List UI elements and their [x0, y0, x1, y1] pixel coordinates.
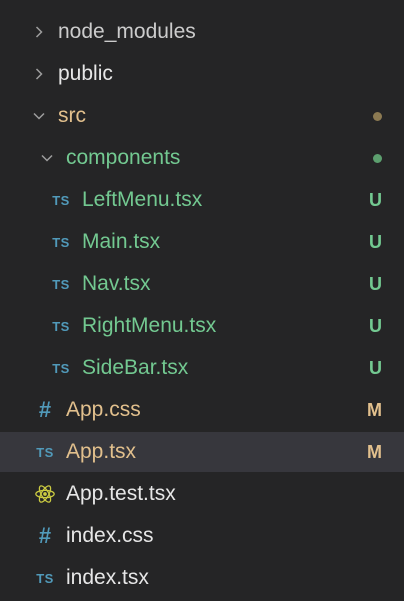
git-status-badge: M: [367, 399, 382, 420]
tree-item-rightmenu-tsx[interactable]: TS RightMenu.tsx U: [0, 306, 404, 346]
tree-item-label: node_modules: [58, 20, 196, 43]
typescript-icon: TS: [52, 192, 70, 208]
tree-item-label: index.css: [66, 524, 154, 547]
git-status-badge: U: [369, 357, 382, 378]
tree-item-leftmenu-tsx[interactable]: TS LeftMenu.tsx U: [0, 180, 404, 220]
chevron-down-icon: [36, 147, 58, 169]
tree-item-label: public: [58, 62, 113, 85]
tree-item-label: App.tsx: [66, 440, 137, 463]
tree-item-label: components: [66, 146, 181, 169]
tree-item-label: Main.tsx: [82, 230, 161, 253]
tree-item-label: App.test.tsx: [66, 482, 176, 505]
tree-item-label: src: [58, 104, 86, 127]
typescript-icon: TS: [36, 444, 54, 460]
git-status-badge: U: [369, 273, 382, 294]
css-hash-icon: #: [38, 523, 52, 548]
tree-item-app-css[interactable]: # App.css M: [0, 390, 404, 430]
typescript-icon: TS: [52, 360, 70, 376]
typescript-icon: TS: [52, 276, 70, 292]
chevron-down-icon: [28, 105, 50, 127]
typescript-icon: TS: [52, 234, 70, 250]
tree-item-app-tsx[interactable]: TS App.tsx M: [0, 432, 404, 472]
chevron-right-icon: [28, 21, 50, 43]
tree-item-label: LeftMenu.tsx: [82, 188, 203, 211]
git-status-dot: [373, 138, 382, 178]
tree-item-public[interactable]: public: [0, 54, 404, 94]
tree-item-label: App.css: [66, 398, 141, 421]
file-explorer: node_modules public src components TS Le…: [0, 0, 404, 601]
git-status-dot: [373, 96, 382, 136]
typescript-icon: TS: [36, 570, 54, 586]
git-status-badge: M: [367, 441, 382, 462]
tree-item-app-test-tsx[interactable]: App.test.tsx: [0, 474, 404, 514]
git-status-badge: U: [369, 231, 382, 252]
css-hash-icon: #: [38, 397, 52, 422]
tree-item-label: SideBar.tsx: [82, 356, 189, 379]
tree-item-main-tsx[interactable]: TS Main.tsx U: [0, 222, 404, 262]
tree-item-index-css[interactable]: # index.css: [0, 516, 404, 556]
tree-item-label: RightMenu.tsx: [82, 314, 217, 337]
tree-item-sidebar-tsx[interactable]: TS SideBar.tsx U: [0, 348, 404, 388]
chevron-right-icon: [28, 63, 50, 85]
tree-item-label: index.tsx: [66, 566, 149, 589]
tree-item-label: Nav.tsx: [82, 272, 151, 295]
react-icon: [34, 483, 56, 505]
git-status-badge: U: [369, 189, 382, 210]
typescript-icon: TS: [52, 318, 70, 334]
tree-item-components[interactable]: components: [0, 138, 404, 178]
tree-item-src[interactable]: src: [0, 96, 404, 136]
tree-item-nav-tsx[interactable]: TS Nav.tsx U: [0, 264, 404, 304]
tree-item-index-tsx[interactable]: TS index.tsx: [0, 558, 404, 598]
tree-item-node-modules[interactable]: node_modules: [0, 12, 404, 52]
git-status-badge: U: [369, 315, 382, 336]
